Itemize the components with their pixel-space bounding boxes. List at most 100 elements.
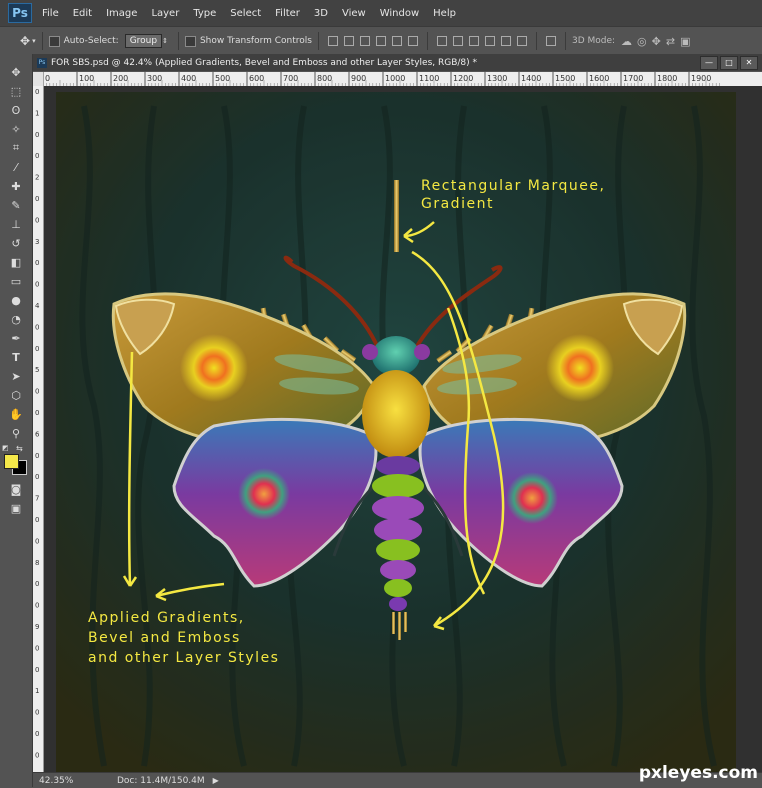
canvas[interactable]: Rectangular Marquee, Gradient Applied Gr… (44, 86, 762, 772)
swap-colors-icon[interactable]: ⇆ (16, 444, 23, 453)
eraser-tool-icon[interactable]: ◧ (6, 253, 26, 271)
menu-help[interactable]: Help (433, 8, 456, 19)
align-bottom-icon[interactable] (359, 36, 370, 46)
separator (564, 32, 566, 50)
move-tool-icon[interactable]: ✥ (6, 63, 26, 81)
ruler-tick-label: 8 (35, 559, 39, 567)
align-hcenter-icon[interactable] (391, 36, 402, 46)
menu-select[interactable]: Select (230, 8, 261, 19)
ruler-tick-label: 0 (35, 537, 39, 545)
healing-brush-tool-icon[interactable]: ✚ (6, 177, 26, 195)
menu-filter[interactable]: Filter (275, 8, 300, 19)
hand-tool-icon[interactable]: ✋ (6, 405, 26, 423)
ruler-tick-label: 0 (35, 345, 39, 353)
crop-tool-icon[interactable]: ⌗ (6, 139, 26, 157)
screen-mode-icon[interactable]: ▣ (6, 499, 26, 517)
gradient-tool-icon[interactable]: ▭ (6, 272, 26, 290)
ruler-origin[interactable] (33, 72, 43, 86)
clone-stamp-tool-icon[interactable]: ⊥ (6, 215, 26, 233)
zoom-tool-icon[interactable]: ⚲ (6, 424, 26, 442)
menu-layer[interactable]: Layer (151, 8, 179, 19)
annotation-top-line-1: Rectangular Marquee, (421, 178, 605, 194)
tool-preset-chevron-icon[interactable]: ▾ (32, 37, 36, 45)
ruler-tick-label: 0 (45, 74, 50, 83)
ruler-tick-label: 0 (35, 751, 39, 759)
ruler-tick-label: 300 (147, 74, 162, 83)
ruler-tick-label: 200 (113, 74, 128, 83)
ruler-tick-label: 0 (35, 281, 39, 289)
ruler-tick-label: 600 (249, 74, 264, 83)
type-tool-icon[interactable]: T (6, 348, 26, 366)
ruler-tick-label: 1 (35, 109, 39, 117)
distribute-vcenter-icon[interactable] (452, 36, 463, 46)
align-vcenter-icon[interactable] (343, 36, 354, 46)
distribute-top-icon[interactable] (436, 36, 447, 46)
status-menu-arrow-icon[interactable]: ▶ (213, 776, 219, 785)
marquee-tool-icon[interactable]: ⬚ (6, 82, 26, 100)
eyedropper-tool-icon[interactable]: ⁄ (6, 158, 26, 176)
show-transform-checkbox[interactable] (184, 35, 196, 47)
menu-edit[interactable]: Edit (73, 8, 92, 19)
shape-tool-icon[interactable]: ⬡ (6, 386, 26, 404)
dodge-tool-icon[interactable]: ◔ (6, 310, 26, 328)
ruler-tick-label: 1200 (453, 74, 473, 83)
blur-tool-icon[interactable]: ● (6, 291, 26, 309)
ruler-tick-label: 5 (35, 366, 39, 374)
pen-tool-icon[interactable]: ✒ (6, 329, 26, 347)
brush-tool-icon[interactable]: ✎ (6, 196, 26, 214)
ruler-tick-label: 0 (35, 473, 39, 481)
horizontal-ruler-ticks: 0 100 200 300 400 500 600 700 800 900 1000 1100 1200… (43, 72, 720, 86)
align-left-icon[interactable] (375, 36, 386, 46)
align-right-icon[interactable] (407, 36, 418, 46)
ruler-tick-label: 900 (351, 74, 366, 83)
minimize-button[interactable]: — (700, 55, 718, 70)
menu-bar: Ps File Edit Image Layer Type Select Fil… (0, 0, 762, 26)
history-brush-tool-icon[interactable]: ↺ (6, 234, 26, 252)
panel-grip (0, 54, 32, 62)
close-button[interactable]: ✕ (740, 55, 758, 70)
move-tool-icon[interactable]: ✥ (20, 34, 30, 48)
quick-mask-icon[interactable]: ◙ (6, 480, 26, 498)
magic-wand-tool-icon[interactable]: ✧ (6, 120, 26, 138)
menu-3d[interactable]: 3D (314, 8, 328, 19)
distribute-right-icon[interactable] (516, 36, 527, 46)
ruler-tick-label: 0 (35, 216, 39, 224)
ruler-tick-label: 500 (215, 74, 230, 83)
ruler-tick-label: 4 (35, 302, 40, 310)
zoom-level[interactable]: 42.35% (39, 776, 87, 786)
ruler-tick-label: 6 (35, 430, 40, 438)
distribute-bottom-icon[interactable] (468, 36, 479, 46)
lasso-tool-icon[interactable]: ʘ (6, 101, 26, 119)
ruler-tick-label: 1000 (385, 74, 405, 83)
ruler-tick-label: 100 (79, 74, 94, 83)
3d-mode-tools-icon[interactable]: ☁◎✥⇄▣ (621, 35, 695, 48)
document-tab-title[interactable]: FOR SBS.psd @ 42.4% (Applied Gradients, … (51, 58, 698, 68)
foreground-color-swatch[interactable] (4, 454, 19, 469)
menu-image[interactable]: Image (106, 8, 137, 19)
vertical-ruler[interactable]: 0 1 0 0 2 0 0 3 0 0 4 0 0 5 0 0 6 0 0 7 0 0 8 0 0 9 0 0 1 0 0 0 (33, 86, 44, 772)
distribute-hcenter-icon[interactable] (500, 36, 511, 46)
dropdown-arrows-icon: ⇕ (162, 37, 168, 45)
ruler-tick-label: 0 (35, 452, 39, 460)
menu-window[interactable]: Window (380, 8, 419, 19)
ruler-tick-label: 800 (317, 74, 332, 83)
annotation-bottom-line-2: Bevel and Emboss (88, 630, 241, 646)
separator (317, 32, 319, 50)
align-top-icon[interactable] (327, 36, 338, 46)
auto-select-checkbox[interactable] (48, 35, 60, 47)
ruler-tick-label: 1900 (691, 74, 711, 83)
ruler-tick-label: 0 (35, 409, 39, 417)
left-lower-eyespot (238, 468, 290, 520)
menu-type[interactable]: Type (193, 8, 216, 19)
distribute-left-icon[interactable] (484, 36, 495, 46)
default-colors-icon[interactable]: ◩ (2, 444, 9, 452)
ruler-tick-label: 0 (35, 152, 39, 160)
ruler-tick-label: 9 (35, 623, 39, 631)
horizontal-ruler[interactable]: 0 100 200 300 400 500 600 700 800 900 1000 1100 1200… (43, 72, 762, 87)
maximize-button[interactable]: □ (720, 55, 738, 70)
path-selection-tool-icon[interactable]: ➤ (6, 367, 26, 385)
menu-view[interactable]: View (342, 8, 366, 19)
menu-file[interactable]: File (42, 8, 59, 19)
auto-align-icon[interactable] (545, 36, 556, 46)
auto-select-dropdown[interactable]: Group (124, 34, 163, 48)
